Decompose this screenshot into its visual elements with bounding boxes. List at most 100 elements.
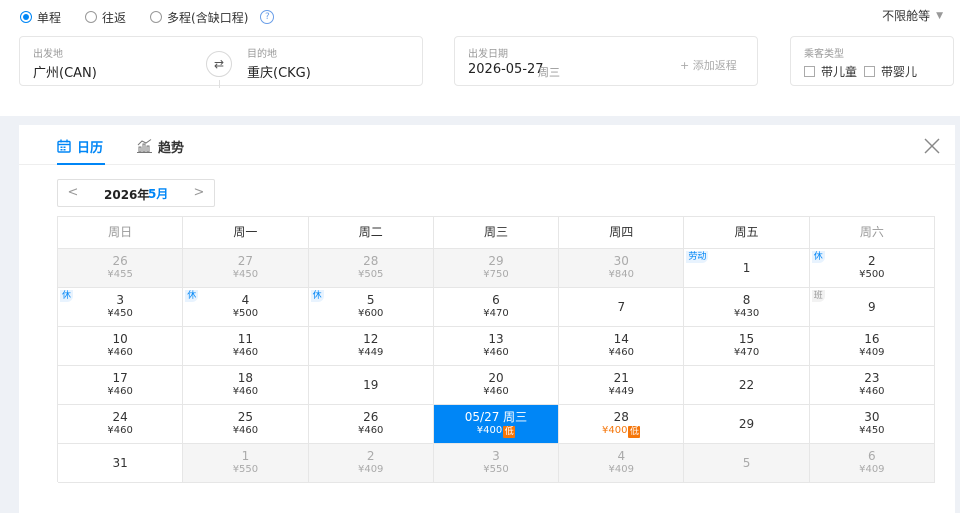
radio-icon — [20, 11, 32, 23]
calendar-day[interactable]: 6 ¥470 — [433, 288, 560, 327]
calendar-day[interactable]: 20 ¥460 — [433, 366, 560, 405]
calendar-day[interactable]: 29 — [684, 405, 810, 444]
trip-type-label: 往返 — [102, 10, 127, 25]
calendar-day[interactable]: 休 2 ¥500 — [809, 249, 935, 288]
calendar-day[interactable]: 26 ¥455 — [58, 249, 184, 288]
calendar-day[interactable]: 13 ¥460 — [433, 327, 560, 366]
calendar-day[interactable]: 19 — [308, 366, 434, 405]
passenger-box: 乘客类型 带儿童 带婴儿 — [790, 36, 954, 86]
calendar-day[interactable]: 班9 — [809, 288, 935, 327]
day-price: ¥460 — [434, 385, 558, 398]
infant-checkbox[interactable]: 带婴儿 — [864, 63, 917, 80]
weekday-header: 周日 周一 周二 周三 周四 周五 周六 — [58, 217, 935, 249]
day-number: 18 — [237, 371, 254, 385]
depart-label: 出发日期 — [468, 49, 508, 60]
checkbox-icon — [804, 66, 815, 77]
trip-type-multi[interactable]: 多程(含缺口程) — [150, 9, 248, 26]
calendar-day[interactable]: 10 ¥460 — [58, 327, 184, 366]
calendar-day[interactable]: 7 — [559, 288, 685, 327]
price-value: ¥460 — [232, 425, 259, 436]
from-input[interactable]: 广州(CAN) — [33, 62, 97, 81]
calendar-day[interactable]: 5 — [684, 444, 810, 483]
calendar-day[interactable]: 4 ¥409 — [559, 444, 685, 483]
price-value: ¥460 — [107, 347, 133, 358]
day-price: ¥430 — [684, 307, 808, 320]
calendar-day[interactable]: 休 3 ¥450 — [58, 288, 184, 327]
calendar-day[interactable]: 31 — [58, 444, 184, 483]
calendar-week-row: 26 ¥455 27 ¥450 28 ¥505 29 ¥750 30 ¥840 劳动 1 休 2 ¥500 — [58, 249, 935, 288]
calendar-day[interactable]: 26 ¥460 — [308, 405, 434, 444]
calendar-day[interactable]: 8 ¥430 — [684, 288, 810, 327]
day-price: ¥450 — [58, 307, 182, 320]
calendar-day[interactable]: 28 ¥400 低 — [559, 405, 685, 444]
calendar-day[interactable]: 15 ¥470 — [684, 327, 810, 366]
calendar-day[interactable]: 23 ¥460 — [809, 366, 935, 405]
calendar-day[interactable]: 14 ¥460 — [559, 327, 685, 366]
tab-trend[interactable]: 趋势 — [137, 137, 185, 156]
price-value: ¥409 — [608, 464, 634, 475]
day-number: 26 — [112, 254, 128, 268]
tab-trend-label: 趋势 — [158, 140, 185, 156]
calendar-day[interactable]: 22 — [684, 366, 810, 405]
calendar-day[interactable]: 11 ¥460 — [183, 327, 309, 366]
day-price: ¥460 — [309, 424, 433, 437]
next-month-button[interactable]: > — [192, 185, 206, 200]
price-value: ¥600 — [357, 308, 384, 319]
lowest-price-badge: 低 — [628, 426, 641, 438]
calendar-day[interactable]: 30 ¥840 — [559, 249, 685, 288]
trip-type-oneway[interactable]: 单程 — [20, 9, 61, 26]
add-return-button[interactable]: + 添加返程 — [680, 57, 737, 73]
tab-calendar[interactable]: 日历 — [57, 137, 103, 156]
price-value: ¥460 — [483, 347, 509, 358]
day-price: ¥500 — [183, 307, 307, 320]
calendar-day[interactable]: 1 ¥550 — [183, 444, 309, 483]
calendar-day[interactable]: 28 ¥505 — [308, 249, 434, 288]
weekday-label: 周日 — [58, 217, 184, 249]
price-value: ¥460 — [232, 386, 259, 397]
calendar-day[interactable]: 24 ¥460 — [58, 405, 184, 444]
calendar-day[interactable]: 18 ¥460 — [183, 366, 309, 405]
close-icon[interactable] — [923, 137, 941, 155]
calendar-day[interactable]: 3 ¥550 — [433, 444, 560, 483]
calendar-day[interactable]: 17 ¥460 — [58, 366, 184, 405]
calendar-day[interactable]: 劳动 1 — [684, 249, 810, 288]
lowest-price-badge: 低 — [503, 426, 516, 438]
calendar-day[interactable]: 12 ¥449 — [308, 327, 434, 366]
price-value: ¥409 — [859, 464, 885, 475]
tab-bar: 日历 趋势 — [19, 125, 955, 165]
help-icon[interactable]: ? — [260, 10, 275, 24]
depart-date-input[interactable]: 2026-05-27 — [468, 62, 544, 77]
calendar-day[interactable]: 休 4 ¥500 — [183, 288, 309, 327]
cabin-class-select[interactable]: 不限舱等 ▼ — [882, 7, 943, 24]
calendar-day[interactable]: 29 ¥750 — [433, 249, 560, 288]
day-number: 30 — [864, 410, 880, 424]
day-price: ¥460 — [183, 385, 307, 398]
to-input[interactable]: 重庆(CKG) — [247, 62, 311, 81]
calendar-day[interactable]: 6 ¥409 — [809, 444, 935, 483]
day-number: 26 — [363, 410, 379, 424]
day-number: 31 — [112, 456, 128, 470]
day-price: ¥460 — [183, 346, 307, 359]
calendar-grid: 周日 周一 周二 周三 周四 周五 周六 26 ¥455 27 ¥450 28 ¥505 2… — [57, 216, 935, 483]
prev-month-button[interactable]: < — [66, 185, 80, 200]
calendar-day[interactable]: 16 ¥409 — [809, 327, 935, 366]
day-price: ¥409 — [810, 463, 934, 476]
calendar-day[interactable]: 30 ¥450 — [809, 405, 935, 444]
calendar-day[interactable]: 25 ¥460 — [183, 405, 309, 444]
trip-type-roundtrip[interactable]: 往返 — [85, 9, 126, 26]
day-number: 15 — [738, 332, 755, 346]
child-checkbox[interactable]: 带儿童 — [804, 63, 857, 80]
calendar-day[interactable]: 2 ¥409 — [308, 444, 434, 483]
calendar-day[interactable]: 休 5 ¥600 — [308, 288, 434, 327]
day-number: 17 — [112, 371, 128, 385]
chevron-down-icon: ▼ — [936, 10, 943, 21]
calendar-day[interactable]: 27 ¥450 — [183, 249, 309, 288]
day-price: ¥460 — [58, 346, 182, 359]
infant-label: 带婴儿 — [881, 65, 918, 79]
calendar-day[interactable]: 21 ¥449 — [559, 366, 685, 405]
swap-icon[interactable]: ⇄ — [206, 51, 232, 77]
day-price: ¥449 — [559, 385, 683, 398]
day-number: 6 — [492, 293, 500, 307]
calendar-day-selected[interactable]: 05/27 周三 ¥400 低 — [433, 405, 560, 444]
day-number: 3 — [116, 293, 124, 307]
